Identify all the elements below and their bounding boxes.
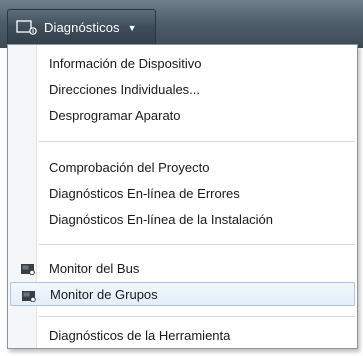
- menu-item-label: Direcciones Individuales...: [49, 81, 201, 97]
- monitor-icon: [21, 262, 35, 276]
- menu-item-unload-device[interactable]: Desprogramar Aparato: [10, 103, 355, 127]
- diagnostics-menu-button[interactable]: Diagnósticos ▼: [7, 9, 156, 44]
- menu-item-device-info[interactable]: Información de Dispositivo: [10, 51, 355, 75]
- monitor-icon: [16, 19, 38, 35]
- menu-separator: [39, 244, 355, 245]
- menu-item-label: Diagnósticos de la Herramienta: [49, 327, 231, 343]
- menu-item-individual-addresses[interactable]: Direcciones Individuales...: [10, 77, 355, 101]
- menu-item-tool-diagnostics[interactable]: Diagnósticos de la Herramienta: [10, 323, 355, 347]
- menu-item-label: Diagnósticos En-línea de la Instalación: [49, 211, 274, 227]
- diagnostics-dropdown-menu: Información de Dispositivo Direcciones I…: [7, 44, 358, 349]
- menu-item-online-error-diagnostics[interactable]: Diagnósticos En-línea de Errores: [10, 181, 355, 205]
- menu-item-label: Diagnósticos En-línea de Errores: [49, 185, 240, 201]
- diagnostics-screen: Diagnósticos ▼ Información de Dispositiv…: [0, 0, 363, 356]
- menu-item-label: Monitor de Grupos: [50, 286, 158, 302]
- menu-item-online-installation-diagnostics[interactable]: Diagnósticos En-línea de la Instalación: [10, 207, 355, 231]
- menu-item-group-monitor[interactable]: Monitor de Grupos: [10, 282, 355, 306]
- diagnostics-menu-label: Diagnósticos: [44, 19, 120, 35]
- monitor-icon: [22, 289, 36, 303]
- menu-item-label: Monitor del Bus: [49, 260, 140, 276]
- menu-item-label: Desprogramar Aparato: [49, 107, 181, 123]
- caret-down-icon: ▼: [127, 22, 137, 33]
- menu-item-project-check[interactable]: Comprobación del Proyecto: [10, 155, 355, 179]
- menu-separator: [39, 141, 355, 142]
- menu-item-bus-monitor[interactable]: Monitor del Bus: [10, 256, 355, 280]
- menu-item-label: Información de Dispositivo: [49, 55, 202, 71]
- menu-item-label: Comprobación del Proyecto: [49, 159, 210, 175]
- menu-separator: [39, 316, 355, 317]
